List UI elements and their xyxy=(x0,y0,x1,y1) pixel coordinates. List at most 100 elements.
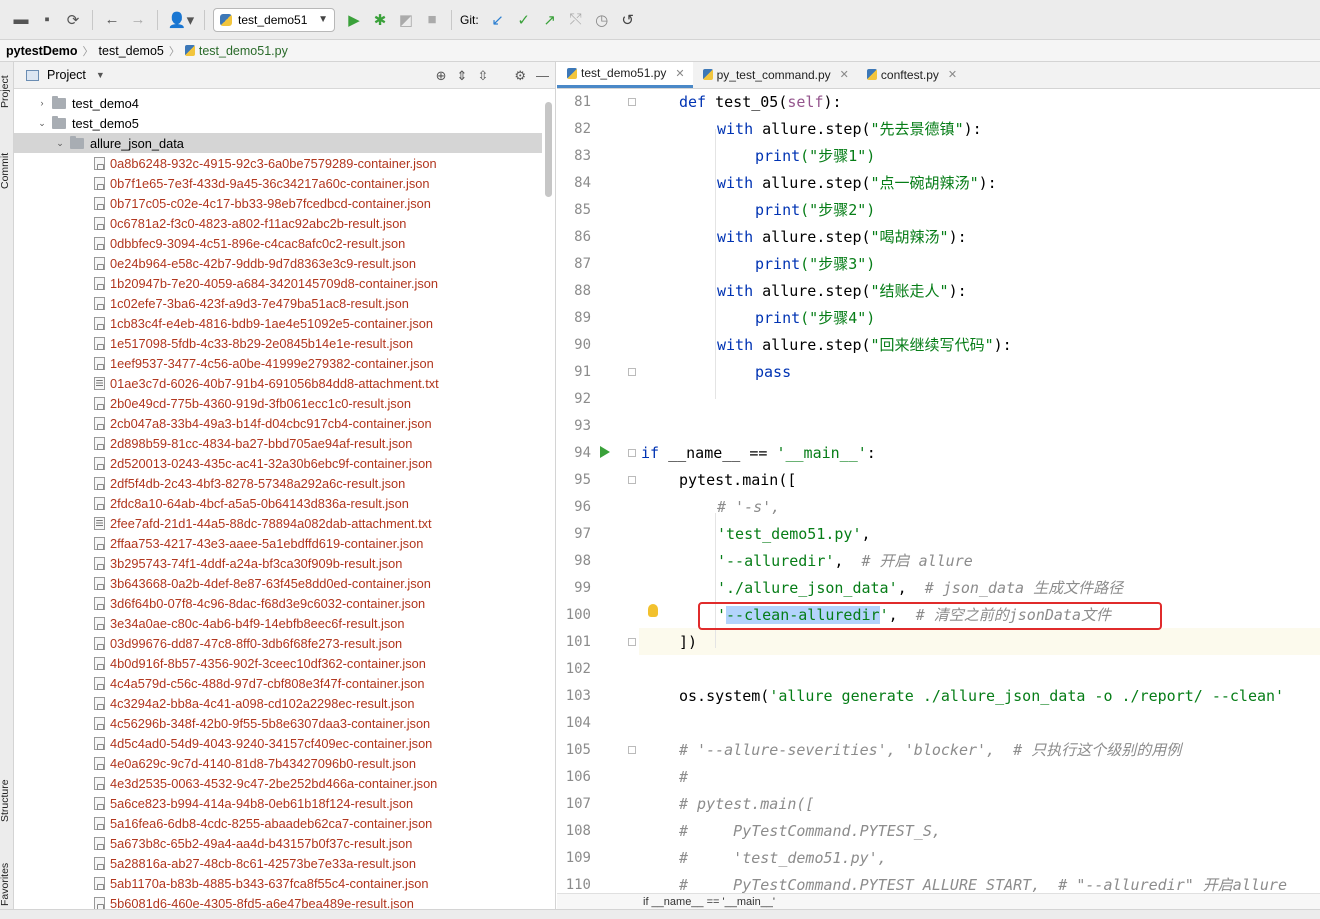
tab-test-demo51[interactable]: test_demo51.py ✕ xyxy=(557,62,693,88)
tab-conftest[interactable]: conftest.py ✕ xyxy=(857,62,965,88)
git-update-icon[interactable]: ↙ xyxy=(485,7,511,33)
line-number: 85 xyxy=(574,202,591,218)
forward-arrow-icon[interactable]: → xyxy=(125,7,151,33)
tree-file[interactable]: 5a673b8c-65b2-49a4-aa4d-b43157b0f37c-res… xyxy=(14,833,542,853)
hide-icon[interactable]: — xyxy=(536,68,549,83)
tree-file[interactable]: 2df5f4db-2c43-4bf3-8278-57348a292a6c-res… xyxy=(14,473,542,493)
tree-file[interactable]: 5ab1170a-b83b-4885-b343-637fca8f55c4-con… xyxy=(14,873,542,893)
chevron-right-icon[interactable]: › xyxy=(36,98,48,108)
tree-file[interactable]: 4b0d916f-8b57-4356-902f-3ceec10df362-con… xyxy=(14,653,542,673)
fold-marker-icon[interactable] xyxy=(628,449,636,457)
tree-file[interactable]: 2d898b59-81cc-4834-ba27-bbd705ae94af-res… xyxy=(14,433,542,453)
tree-file[interactable]: 0dbbfec9-3094-4c51-896e-c4cac8afc0c2-res… xyxy=(14,233,542,253)
close-icon[interactable]: ✕ xyxy=(840,68,849,81)
project-panel-title[interactable]: Project xyxy=(47,68,86,82)
code-area[interactable]: def test_05(self): with allure.step("先去景… xyxy=(639,89,1320,909)
tree-file[interactable]: 5a6ce823-b994-414a-94b8-0eb61b18f124-res… xyxy=(14,793,542,813)
tree-file[interactable]: 2fee7afd-21d1-44a5-88dc-78894a082dab-att… xyxy=(14,513,542,533)
tree-file[interactable]: 4c56296b-348f-42b0-9f55-5b8e6307daa3-con… xyxy=(14,713,542,733)
tree-file[interactable]: 5b6081d6-460e-4305-8fd5-a6e47bea489e-res… xyxy=(14,893,542,909)
tool-tab-commit[interactable]: Commit xyxy=(0,140,13,202)
tree-file[interactable]: 4c3294a2-bb8a-4c41-a098-cd102a2298ec-res… xyxy=(14,693,542,713)
locate-icon[interactable]: ⊕ xyxy=(436,68,447,84)
coverage-icon[interactable]: ◩ xyxy=(393,7,419,33)
user-icon[interactable]: 👤▾ xyxy=(164,7,198,33)
tool-tab-project[interactable]: Project xyxy=(0,66,13,118)
fold-marker-icon[interactable] xyxy=(628,368,636,376)
chevron-down-icon[interactable]: ▼ xyxy=(96,70,105,80)
close-icon[interactable]: ✕ xyxy=(948,68,957,81)
tree-file[interactable]: 4c4a579d-c56c-488d-97d7-cbf808e3f47f-con… xyxy=(14,673,542,693)
tool-tab-favorites[interactable]: Favorites xyxy=(0,852,13,916)
git-commit-icon[interactable]: ✓ xyxy=(511,7,537,33)
json-file-icon xyxy=(94,536,105,550)
json-file-icon xyxy=(94,736,105,750)
tree-file[interactable]: 1cb83c4f-e4eb-4816-bdb9-1ae4e51092e5-con… xyxy=(14,313,542,333)
fold-marker-icon[interactable] xyxy=(628,476,636,484)
sync-icon[interactable]: ⟳ xyxy=(60,7,86,33)
tree-file[interactable]: 1b20947b-7e20-4059-a684-3420145709d8-con… xyxy=(14,273,542,293)
save-icon[interactable]: ▪ xyxy=(34,7,60,33)
tree-file[interactable]: 0e24b964-e58c-42b7-9ddb-9d7d8363e3c9-res… xyxy=(14,253,542,273)
tree-file[interactable]: 1c02efe7-3ba6-423f-a9d3-7e479ba51ac8-res… xyxy=(14,293,542,313)
run-configuration-select[interactable]: test_demo51 ▼ xyxy=(213,7,335,32)
chevron-down-icon[interactable]: ⌄ xyxy=(36,118,48,129)
tree-file[interactable]: 2ffaa753-4217-43e3-aaee-5a1ebdffd619-con… xyxy=(14,533,542,553)
run-icon[interactable]: ▶ xyxy=(341,7,367,33)
tree-file[interactable]: 2b0e49cd-775b-4360-919d-3fb061ecc1c0-res… xyxy=(14,393,542,413)
breadcrumb-file[interactable]: test_demo51.py xyxy=(199,44,288,58)
rollback-icon[interactable]: ↺ xyxy=(615,7,641,33)
tool-tab-structure[interactable]: Structure xyxy=(0,768,13,834)
tree-file[interactable]: 4d5c4ad0-54d9-4043-9240-34157cf409ec-con… xyxy=(14,733,542,753)
tree-scrollbar[interactable] xyxy=(545,102,552,197)
tree-file[interactable]: 4e3d2535-0063-4532-9c47-2be252bd466a-con… xyxy=(14,773,542,793)
fold-marker-icon[interactable] xyxy=(628,638,636,646)
git-merge-icon[interactable]: ⤲ xyxy=(563,7,589,33)
tree-file[interactable]: 1eef9537-3477-4c56-a0be-41999e279382-con… xyxy=(14,353,542,373)
tree-folder-test-demo4[interactable]: › test_demo4 xyxy=(14,93,542,113)
tree-file[interactable]: 01ae3c7d-6026-40b7-91b4-691056b84dd8-att… xyxy=(14,373,542,393)
back-arrow-icon[interactable]: ← xyxy=(99,7,125,33)
tree-file[interactable]: 0c6781a2-f3c0-4823-a802-f11ac92abc2b-res… xyxy=(14,213,542,233)
tree-file[interactable]: 1e517098-5fdb-4c33-8b29-2e0845b14e1e-res… xyxy=(14,333,542,353)
expand-all-icon[interactable]: ⇕ xyxy=(457,68,468,84)
line-number: 104 xyxy=(565,715,591,731)
fold-marker-icon[interactable] xyxy=(628,746,636,754)
tree-file[interactable]: 0b717c05-c02e-4c17-bb33-98eb7fcedbcd-con… xyxy=(14,193,542,213)
breadcrumb-folder[interactable]: test_demo5 xyxy=(99,44,164,58)
json-file-icon xyxy=(94,436,105,450)
editor-breadcrumb[interactable]: if __name__ == '__main__' xyxy=(557,893,1320,910)
collapse-all-icon[interactable]: ⇳ xyxy=(477,68,488,84)
gear-icon[interactable]: ⚙ xyxy=(514,68,526,84)
lightbulb-icon[interactable] xyxy=(648,604,658,617)
tree-folder-allure-json-data[interactable]: ⌄ allure_json_data xyxy=(14,133,542,153)
stop-icon[interactable]: ■ xyxy=(419,7,445,33)
tree-file[interactable]: 0b7f1e65-7e3f-433d-9a45-36c34217a60c-con… xyxy=(14,173,542,193)
tree-file[interactable]: 03d99676-dd87-47c8-8ff0-3db6f68fe273-res… xyxy=(14,633,542,653)
debug-icon[interactable]: ✱ xyxy=(367,7,393,33)
tree-file[interactable]: 3b295743-74f1-4ddf-a24a-bf3ca30f909b-res… xyxy=(14,553,542,573)
tab-py-test-command[interactable]: py_test_command.py ✕ xyxy=(693,62,857,88)
run-gutter-icon[interactable] xyxy=(600,446,610,458)
fold-marker-icon[interactable] xyxy=(628,98,636,106)
tree-file[interactable]: 5a28816a-ab27-48cb-8c61-42573be7e33a-res… xyxy=(14,853,542,873)
tree-file[interactable]: 3e34a0ae-c80c-4ab6-b4f9-14ebfb8eec6f-res… xyxy=(14,613,542,633)
tree-file[interactable]: 2fdc8a10-64ab-4bcf-a5a5-0b64143d836a-res… xyxy=(14,493,542,513)
breadcrumb-project[interactable]: pytestDemo xyxy=(6,44,78,58)
file-label: 0b717c05-c02e-4c17-bb33-98eb7fcedbcd-con… xyxy=(110,195,431,211)
close-icon[interactable]: ✕ xyxy=(675,67,684,80)
tree-file[interactable]: 3d6f64b0-07f8-4c96-8dac-f68d3e9c6032-con… xyxy=(14,593,542,613)
history-icon[interactable]: ◷ xyxy=(589,7,615,33)
open-folder-icon[interactable]: ▬ xyxy=(8,7,34,33)
toolbar-divider xyxy=(204,9,205,30)
tree-file[interactable]: 3b643668-0a2b-4def-8e87-63f45e8dd0ed-con… xyxy=(14,573,542,593)
tree-file[interactable]: 2d520013-0243-435c-ac41-32a30b6ebc9f-con… xyxy=(14,453,542,473)
tree-file[interactable]: 2cb047a8-33b4-49a3-b14f-d04cbc917cb4-con… xyxy=(14,413,542,433)
tree-file[interactable]: 4e0a629c-9c7d-4140-81d8-7b43427096b0-res… xyxy=(14,753,542,773)
tree-file[interactable]: 0a8b6248-932c-4915-92c3-6a0be7579289-con… xyxy=(14,153,542,173)
main-toolbar: ▬ ▪ ⟳ ← → 👤▾ test_demo51 ▼ ▶ ✱ ◩ ■ Git: … xyxy=(0,0,1320,40)
tree-file[interactable]: 5a16fea6-6db8-4cdc-8255-abaadeb62ca7-con… xyxy=(14,813,542,833)
tree-folder-test-demo5[interactable]: ⌄ test_demo5 xyxy=(14,113,542,133)
git-push-icon[interactable]: ↗ xyxy=(537,7,563,33)
chevron-down-icon[interactable]: ⌄ xyxy=(54,138,66,149)
